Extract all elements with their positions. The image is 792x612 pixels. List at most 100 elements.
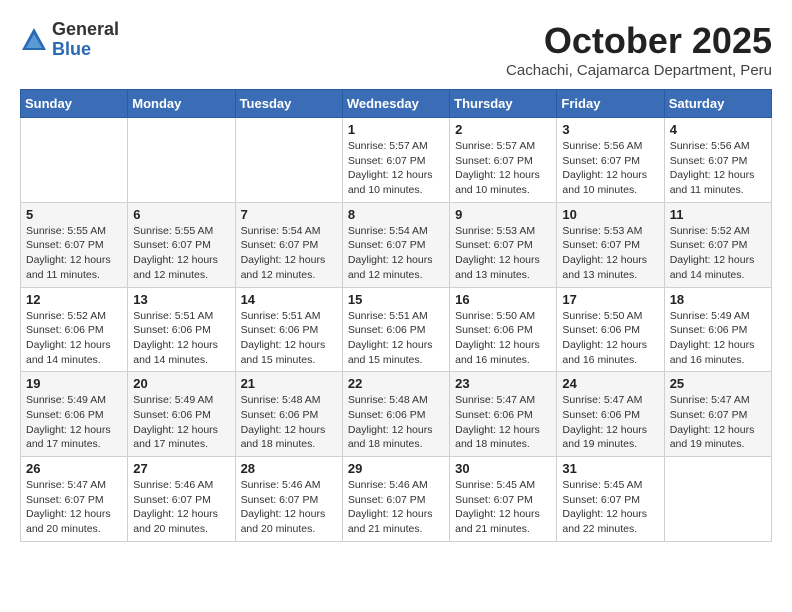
calendar-cell: 22Sunrise: 5:48 AM Sunset: 6:06 PM Dayli… xyxy=(342,372,449,457)
calendar-table: SundayMondayTuesdayWednesdayThursdayFrid… xyxy=(20,89,772,542)
calendar-cell: 17 Sunrise: 5:50 AM Sunset: 6:06 PM Dayli… xyxy=(557,287,664,372)
day-info: Sunrise: 5:48 AM Sunset: 6:06 PM Dayligh… xyxy=(241,393,337,452)
day-number: 1 xyxy=(348,122,444,137)
day-number: 26 xyxy=(26,461,122,476)
logo: General Blue xyxy=(20,20,119,60)
day-number: 12 xyxy=(26,292,122,307)
day-info: Sunrise: 5:51 AM Sunset: 6:06 PM Dayligh… xyxy=(133,309,229,368)
day-info: Sunrise: 5:45 AM Sunset: 6:07 PM Dayligh… xyxy=(562,478,658,537)
day-number: 22 xyxy=(348,376,444,391)
calendar-cell: 6 Sunrise: 5:55 AM Sunset: 6:07 PM Daylig… xyxy=(128,202,235,287)
calendar-cell xyxy=(21,118,128,203)
calendar-cell: 10 Sunrise: 5:53 AM Sunset: 6:07 PM Dayli… xyxy=(557,202,664,287)
calendar-cell: 1 Sunrise: 5:57 AM Sunset: 6:07 PM Daylig… xyxy=(342,118,449,203)
calendar-header: SundayMondayTuesdayWednesdayThursdayFrid… xyxy=(21,90,772,118)
calendar-cell: 7Sunrise: 5:54 AM Sunset: 6:07 PM Daylig… xyxy=(235,202,342,287)
day-number: 11 xyxy=(670,207,766,222)
day-number: 30 xyxy=(455,461,551,476)
day-info: Sunrise: 5:51 AM Sunset: 6:06 PM Dayligh… xyxy=(241,309,337,368)
day-info: Sunrise: 5:46 AM Sunset: 6:07 PM Dayligh… xyxy=(133,478,229,537)
day-info: Sunrise: 5:57 AM Sunset: 6:07 PM Dayligh… xyxy=(348,139,444,198)
calendar-cell: 2 Sunrise: 5:57 AM Sunset: 6:07 PM Daylig… xyxy=(450,118,557,203)
calendar-cell: 15Sunrise: 5:51 AM Sunset: 6:06 PM Dayli… xyxy=(342,287,449,372)
logo-general-text: General xyxy=(52,20,119,40)
day-info: Sunrise: 5:47 AM Sunset: 6:07 PM Dayligh… xyxy=(670,393,766,452)
calendar-cell: 31Sunrise: 5:45 AM Sunset: 6:07 PM Dayli… xyxy=(557,457,664,542)
day-number: 21 xyxy=(241,376,337,391)
calendar-cell: 28 Sunrise: 5:46 AM Sunset: 6:07 PM Dayli… xyxy=(235,457,342,542)
calendar-cell: 30 Sunrise: 5:45 AM Sunset: 6:07 PM Dayli… xyxy=(450,457,557,542)
calendar-week-2: 5 Sunrise: 5:55 AM Sunset: 6:07 PM Daylig… xyxy=(21,202,772,287)
day-number: 19 xyxy=(26,376,122,391)
logo-icon xyxy=(20,26,48,54)
weekday-header-monday: Monday xyxy=(128,90,235,118)
calendar-cell: 3 Sunrise: 5:56 AM Sunset: 6:07 PM Daylig… xyxy=(557,118,664,203)
day-info: Sunrise: 5:47 AM Sunset: 6:07 PM Dayligh… xyxy=(26,478,122,537)
calendar-body: 1 Sunrise: 5:57 AM Sunset: 6:07 PM Daylig… xyxy=(21,118,772,542)
weekday-header-sunday: Sunday xyxy=(21,90,128,118)
day-number: 3 xyxy=(562,122,658,137)
weekday-header-saturday: Saturday xyxy=(664,90,771,118)
day-info: Sunrise: 5:56 AM Sunset: 6:07 PM Dayligh… xyxy=(562,139,658,198)
day-number: 18 xyxy=(670,292,766,307)
day-info: Sunrise: 5:56 AM Sunset: 6:07 PM Dayligh… xyxy=(670,139,766,198)
calendar-cell xyxy=(128,118,235,203)
calendar-week-5: 26 Sunrise: 5:47 AM Sunset: 6:07 PM Dayli… xyxy=(21,457,772,542)
day-number: 15 xyxy=(348,292,444,307)
calendar-cell: 25Sunrise: 5:47 AM Sunset: 6:07 PM Dayli… xyxy=(664,372,771,457)
day-number: 5 xyxy=(26,207,122,222)
day-number: 8 xyxy=(348,207,444,222)
page-header: General Blue October 2025 Cachachi, Caja… xyxy=(20,20,772,79)
day-info: Sunrise: 5:47 AM Sunset: 6:06 PM Dayligh… xyxy=(562,393,658,452)
calendar-cell: 19 Sunrise: 5:49 AM Sunset: 6:06 PM Dayli… xyxy=(21,372,128,457)
calendar-cell: 14 Sunrise: 5:51 AM Sunset: 6:06 PM Dayli… xyxy=(235,287,342,372)
calendar-cell xyxy=(664,457,771,542)
weekday-row: SundayMondayTuesdayWednesdayThursdayFrid… xyxy=(21,90,772,118)
calendar-cell: 5 Sunrise: 5:55 AM Sunset: 6:07 PM Daylig… xyxy=(21,202,128,287)
calendar-cell xyxy=(235,118,342,203)
calendar-cell: 11 Sunrise: 5:52 AM Sunset: 6:07 PM Dayli… xyxy=(664,202,771,287)
weekday-header-friday: Friday xyxy=(557,90,664,118)
day-number: 9 xyxy=(455,207,551,222)
day-info: Sunrise: 5:55 AM Sunset: 6:07 PM Dayligh… xyxy=(26,224,122,283)
calendar-cell: 16Sunrise: 5:50 AM Sunset: 6:06 PM Dayli… xyxy=(450,287,557,372)
calendar-cell: 8Sunrise: 5:54 AM Sunset: 6:07 PM Daylig… xyxy=(342,202,449,287)
day-info: Sunrise: 5:52 AM Sunset: 6:06 PM Dayligh… xyxy=(26,309,122,368)
day-number: 17 xyxy=(562,292,658,307)
weekday-header-thursday: Thursday xyxy=(450,90,557,118)
day-number: 24 xyxy=(562,376,658,391)
weekday-header-tuesday: Tuesday xyxy=(235,90,342,118)
day-info: Sunrise: 5:46 AM Sunset: 6:07 PM Dayligh… xyxy=(241,478,337,537)
day-number: 6 xyxy=(133,207,229,222)
day-number: 2 xyxy=(455,122,551,137)
day-info: Sunrise: 5:54 AM Sunset: 6:07 PM Dayligh… xyxy=(241,224,337,283)
title-section: October 2025 Cachachi, Cajamarca Departm… xyxy=(506,20,772,79)
day-number: 23 xyxy=(455,376,551,391)
day-number: 27 xyxy=(133,461,229,476)
day-number: 16 xyxy=(455,292,551,307)
logo-blue-text: Blue xyxy=(52,40,119,60)
calendar-cell: 24 Sunrise: 5:47 AM Sunset: 6:06 PM Dayli… xyxy=(557,372,664,457)
month-title: October 2025 xyxy=(506,20,772,62)
day-number: 14 xyxy=(241,292,337,307)
calendar-cell: 18 Sunrise: 5:49 AM Sunset: 6:06 PM Dayli… xyxy=(664,287,771,372)
calendar-cell: 21 Sunrise: 5:48 AM Sunset: 6:06 PM Dayli… xyxy=(235,372,342,457)
day-number: 20 xyxy=(133,376,229,391)
calendar-week-1: 1 Sunrise: 5:57 AM Sunset: 6:07 PM Daylig… xyxy=(21,118,772,203)
day-info: Sunrise: 5:45 AM Sunset: 6:07 PM Dayligh… xyxy=(455,478,551,537)
day-number: 10 xyxy=(562,207,658,222)
day-info: Sunrise: 5:52 AM Sunset: 6:07 PM Dayligh… xyxy=(670,224,766,283)
calendar-cell: 12 Sunrise: 5:52 AM Sunset: 6:06 PM Dayli… xyxy=(21,287,128,372)
day-info: Sunrise: 5:49 AM Sunset: 6:06 PM Dayligh… xyxy=(26,393,122,452)
day-info: Sunrise: 5:57 AM Sunset: 6:07 PM Dayligh… xyxy=(455,139,551,198)
day-info: Sunrise: 5:47 AM Sunset: 6:06 PM Dayligh… xyxy=(455,393,551,452)
day-number: 28 xyxy=(241,461,337,476)
day-info: Sunrise: 5:50 AM Sunset: 6:06 PM Dayligh… xyxy=(562,309,658,368)
day-info: Sunrise: 5:53 AM Sunset: 6:07 PM Dayligh… xyxy=(455,224,551,283)
day-info: Sunrise: 5:49 AM Sunset: 6:06 PM Dayligh… xyxy=(670,309,766,368)
calendar-week-4: 19 Sunrise: 5:49 AM Sunset: 6:06 PM Dayli… xyxy=(21,372,772,457)
day-number: 29 xyxy=(348,461,444,476)
day-info: Sunrise: 5:55 AM Sunset: 6:07 PM Dayligh… xyxy=(133,224,229,283)
day-info: Sunrise: 5:53 AM Sunset: 6:07 PM Dayligh… xyxy=(562,224,658,283)
calendar-cell: 13Sunrise: 5:51 AM Sunset: 6:06 PM Dayli… xyxy=(128,287,235,372)
